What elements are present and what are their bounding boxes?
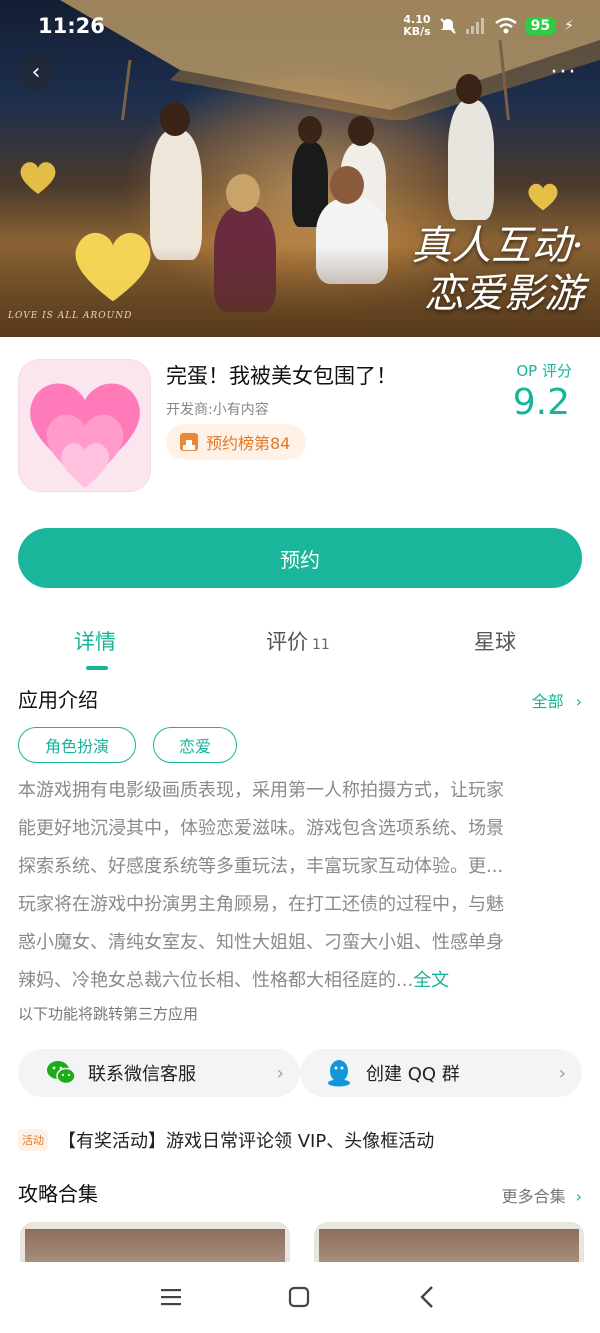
chevron-right-icon: › bbox=[276, 1062, 284, 1084]
tag-role-play[interactable]: 角色扮演 bbox=[18, 727, 136, 763]
more-options-button[interactable]: ··· bbox=[546, 54, 582, 90]
menu-icon bbox=[161, 1289, 181, 1306]
rank-icon bbox=[180, 433, 198, 451]
heart-logo-icon bbox=[30, 383, 140, 488]
activity-banner[interactable]: 活动 【有奖活动】游戏日常评论领 VIP、头像框活动 bbox=[18, 1127, 434, 1153]
home-square-icon bbox=[288, 1286, 310, 1308]
developer-name: 开发商:小有内容 bbox=[166, 402, 269, 418]
mute-icon bbox=[439, 18, 456, 34]
guides-title: 攻略合集 bbox=[18, 1182, 98, 1206]
tab-bar: 详情 评价 11 星球 bbox=[0, 620, 600, 670]
activity-text: 【有奖活动】游戏日常评论领 VIP、头像框活动 bbox=[58, 1131, 435, 1152]
qq-group-button[interactable]: 创建 QQ 群 › bbox=[300, 1049, 582, 1097]
app-icon bbox=[18, 359, 151, 492]
home-button[interactable] bbox=[284, 1282, 314, 1312]
intro-title: 应用介绍 bbox=[18, 688, 98, 712]
back-button[interactable]: ‹ bbox=[18, 54, 54, 90]
score-value: 9.2 bbox=[512, 382, 570, 423]
active-tab-indicator bbox=[86, 666, 108, 670]
status-bar: 11:26 4.10 KB/s 95 ⚡ bbox=[0, 0, 600, 56]
hero-title: 真人互动· 恋爱影游 bbox=[411, 223, 584, 317]
qq-group-label: 创建 QQ 群 bbox=[366, 1064, 460, 1085]
chevron-right-icon: › bbox=[575, 1187, 582, 1206]
status-indicators: 4.10 KB/s 95 ⚡ bbox=[403, 14, 574, 38]
charging-icon: ⚡ bbox=[564, 18, 574, 34]
intro-paragraph-1: 本游戏拥有电影级画质表现，采用第一人称拍摄方式，让玩家 能更好地沉浸其中，体验恋… bbox=[18, 780, 504, 877]
app-name: 完蛋！我被美女包围了！ bbox=[166, 364, 397, 388]
wifi-icon bbox=[494, 17, 517, 34]
fulltext-link[interactable]: 全文 bbox=[413, 970, 449, 991]
more-dots-icon: ··· bbox=[550, 59, 578, 85]
rank-label: 预约榜第84 bbox=[206, 434, 291, 453]
system-nav-bar bbox=[0, 1262, 600, 1333]
wechat-service-label: 联系微信客服 bbox=[88, 1064, 196, 1085]
chevron-right-icon: › bbox=[558, 1062, 566, 1084]
heart-decoration bbox=[75, 232, 151, 302]
score-label: OP 评分 bbox=[516, 362, 572, 380]
net-speed: 4.10 KB/s bbox=[403, 13, 431, 38]
heart-decoration bbox=[20, 162, 56, 194]
tab-details[interactable]: 详情 bbox=[74, 626, 116, 656]
intro-all-link[interactable]: 全部 › bbox=[532, 688, 582, 712]
intro-paragraph-2: 玩家将在游戏中扮演男主角顾易，在打工还债的过程中，与魅 惑小魔女、清纯女室友、知… bbox=[18, 894, 504, 991]
guides-more-link[interactable]: 更多合集 › bbox=[502, 1183, 582, 1207]
battery-level: 95 bbox=[524, 17, 557, 35]
third-party-note: 以下功能将跳转第三方应用 bbox=[18, 1005, 199, 1023]
reserve-button[interactable]: 预约 bbox=[18, 528, 582, 588]
activity-badge: 活动 bbox=[18, 1129, 48, 1151]
status-time: 11:26 bbox=[38, 14, 105, 38]
tab-reviews[interactable]: 评价 11 bbox=[266, 626, 330, 656]
qq-icon bbox=[324, 1058, 354, 1088]
back-arrow-icon bbox=[420, 1286, 433, 1308]
menu-button[interactable] bbox=[156, 1282, 186, 1312]
tab-planet[interactable]: 星球 bbox=[474, 626, 516, 656]
tag-romance[interactable]: 恋爱 bbox=[153, 727, 237, 763]
heart-decoration bbox=[528, 183, 558, 211]
chevron-right-icon: › bbox=[575, 692, 582, 711]
wechat-icon bbox=[46, 1058, 76, 1088]
hero-caption: LOVE IS ALL AROUND bbox=[8, 311, 133, 321]
nav-back-button[interactable] bbox=[412, 1282, 442, 1312]
wechat-service-button[interactable]: 联系微信客服 › bbox=[18, 1049, 300, 1097]
signal-icon bbox=[465, 18, 484, 34]
chevron-left-icon: ‹ bbox=[31, 59, 41, 85]
reservation-rank-badge[interactable]: 预约榜第84 bbox=[166, 424, 307, 460]
review-count: 11 bbox=[312, 637, 330, 653]
